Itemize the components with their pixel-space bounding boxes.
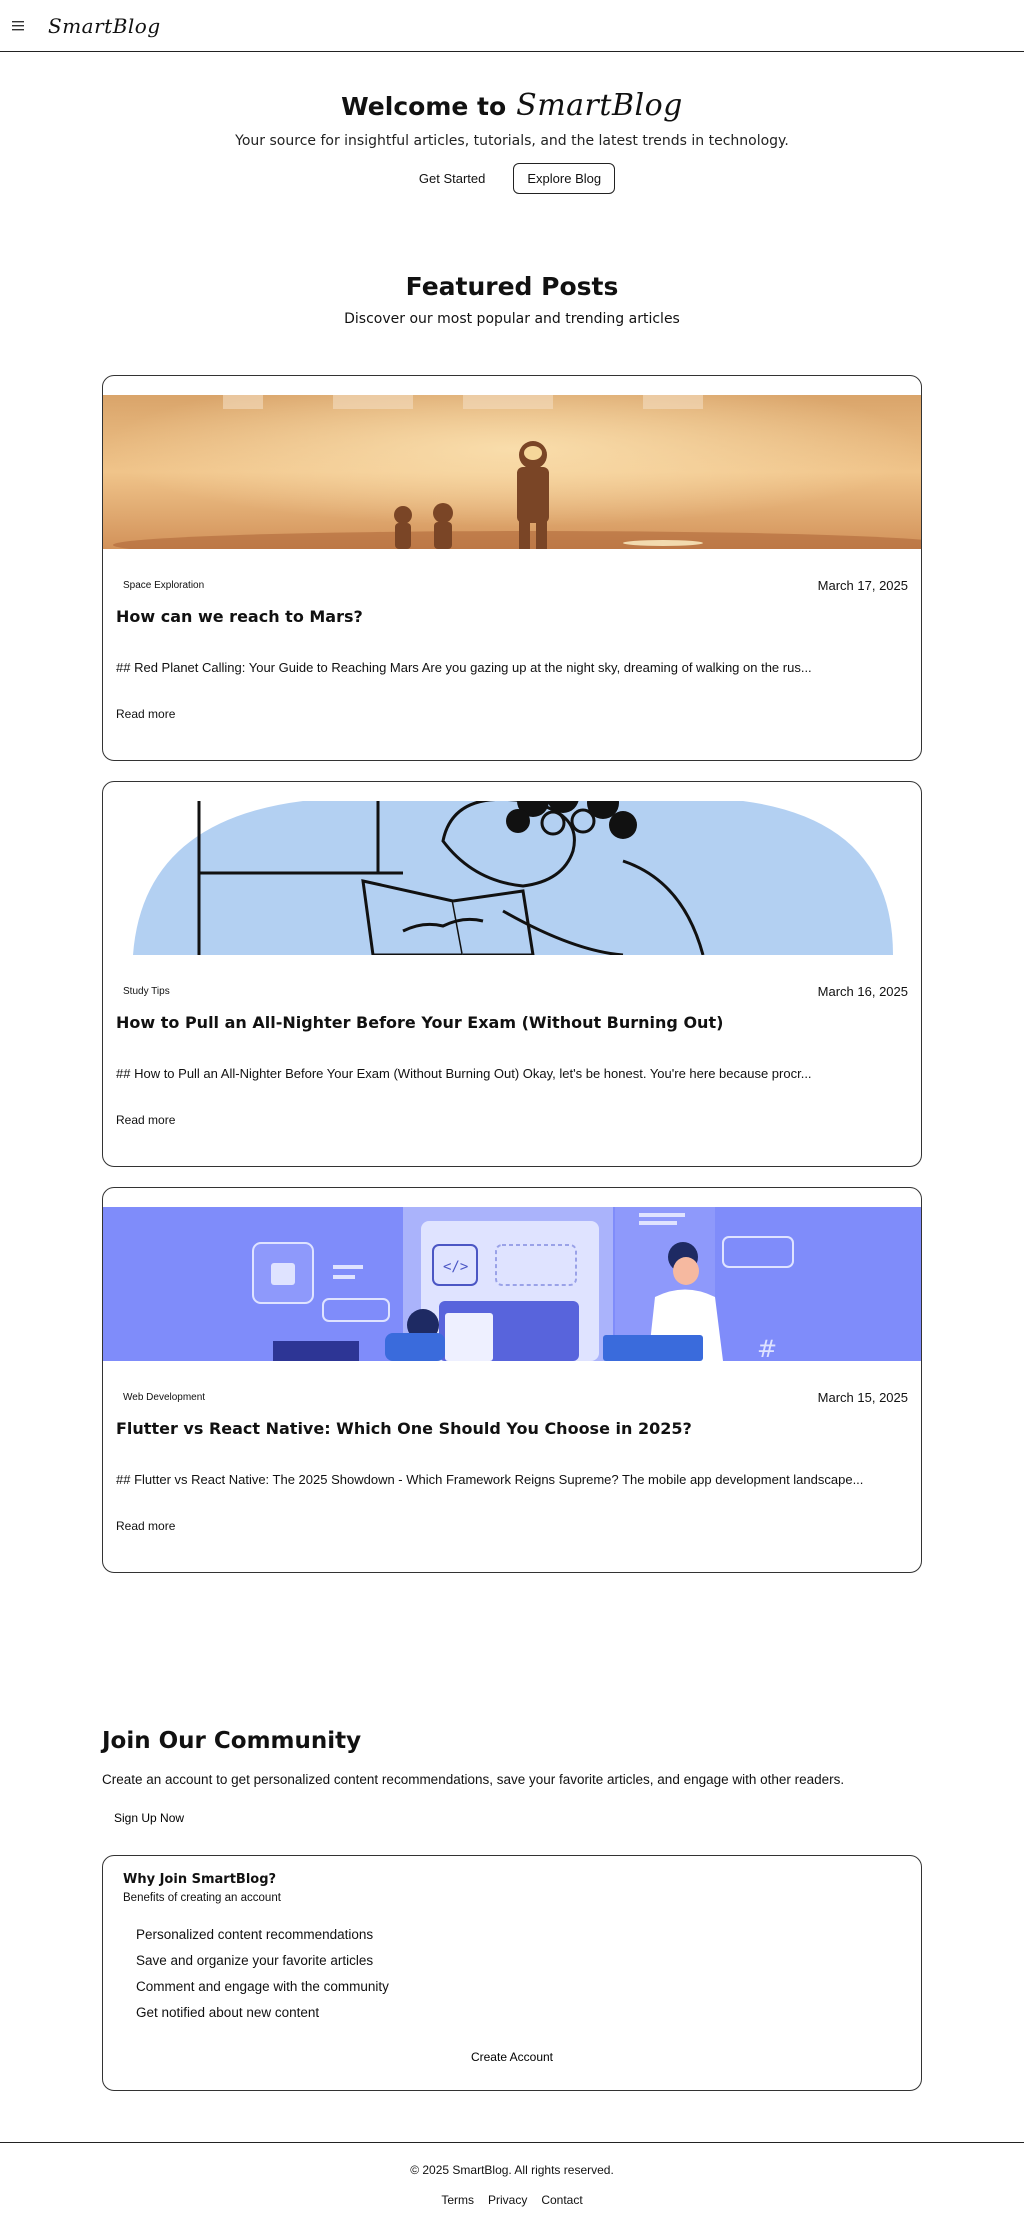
featured-posts-section: Featured Posts Discover our most popular…	[0, 272, 1024, 1573]
terms-link[interactable]: Terms	[441, 2193, 474, 2207]
copyright-text: © 2025 SmartBlog. All rights reserved.	[410, 2163, 614, 2177]
post-meta: Web Development March 15, 2025	[103, 1389, 921, 1406]
app-development-image: </> #	[103, 1207, 921, 1361]
read-more-link[interactable]: Read more	[103, 1113, 188, 1127]
explore-blog-button[interactable]: Explore Blog	[513, 163, 616, 194]
featured-title: Featured Posts	[405, 272, 619, 301]
hero-title: Welcome to SmartBlog	[0, 88, 1024, 123]
hamburger-icon[interactable]	[8, 16, 28, 36]
post-date: March 17, 2025	[817, 578, 908, 593]
mars-astronauts-image	[103, 395, 921, 549]
get-started-button[interactable]: Get Started	[408, 163, 496, 194]
footer-links: Terms Privacy Contact	[0, 2193, 1024, 2207]
hero-title-prefix: Welcome to	[341, 92, 507, 121]
hero-section: Welcome to SmartBlog Your source for ins…	[0, 52, 1024, 194]
benefit-item: Personalized content recommendations	[136, 1927, 374, 1942]
create-account-button[interactable]: Create Account	[460, 2044, 564, 2070]
post-meta: Study Tips March 16, 2025	[103, 983, 921, 1000]
post-date: March 15, 2025	[817, 1390, 908, 1405]
benefit-item: Comment and engage with the community	[136, 1979, 389, 1994]
post-title[interactable]: Flutter vs React Native: Which One Shoul…	[103, 1419, 921, 1438]
benefits-list: Personalized content recommendations Sav…	[123, 1922, 901, 2026]
benefits-card: Why Join SmartBlog? Benefits of creating…	[102, 1855, 922, 2091]
post-title[interactable]: How to Pull an All-Nighter Before Your E…	[103, 1013, 921, 1032]
join-subtitle: Create an account to get personalized co…	[102, 1772, 845, 1787]
category-badge[interactable]: Space Exploration	[116, 577, 212, 594]
category-badge[interactable]: Study Tips	[116, 983, 177, 1000]
join-community-section: Join Our Community Create an account to …	[102, 1728, 922, 2091]
benefit-item: Get notified about new content	[136, 2005, 320, 2020]
site-footer: © 2025 SmartBlog. All rights reserved. T…	[0, 2142, 1024, 2207]
post-excerpt: ## Flutter vs React Native: The 2025 Sho…	[116, 1472, 864, 1487]
join-title: Join Our Community	[102, 1728, 362, 1754]
post-list: Space Exploration March 17, 2025 How can…	[102, 375, 922, 1573]
post-meta: Space Exploration March 17, 2025	[103, 577, 921, 594]
category-badge[interactable]: Web Development	[116, 1389, 213, 1406]
benefits-subtitle: Benefits of creating an account	[123, 1892, 281, 1904]
hero-subtitle: Your source for insightful articles, tut…	[235, 133, 789, 149]
read-more-link[interactable]: Read more	[103, 707, 188, 721]
post-date: March 16, 2025	[817, 984, 908, 999]
post-card[interactable]: </> # Web Development March 15, 2025 Flu…	[102, 1187, 922, 1573]
svg-text:#: #	[757, 1335, 777, 1361]
top-navigation-bar: SmartBlog	[0, 0, 1024, 52]
contact-link[interactable]: Contact	[541, 2193, 582, 2207]
benefits-title: Why Join SmartBlog?	[123, 1872, 277, 1887]
post-card[interactable]: Space Exploration March 17, 2025 How can…	[102, 375, 922, 761]
post-excerpt: ## How to Pull an All-Nighter Before You…	[116, 1066, 812, 1081]
hero-actions: Get Started Explore Blog	[0, 163, 1024, 194]
featured-subtitle: Discover our most popular and trending a…	[344, 311, 680, 327]
privacy-link[interactable]: Privacy	[488, 2193, 527, 2207]
post-title[interactable]: How can we reach to Mars?	[103, 607, 921, 626]
read-more-link[interactable]: Read more	[103, 1519, 188, 1533]
hero-title-brand: SmartBlog	[516, 88, 683, 123]
post-card[interactable]: Study Tips March 16, 2025 How to Pull an…	[102, 781, 922, 1167]
student-reading-image	[103, 801, 921, 955]
post-excerpt: ## Red Planet Calling: Your Guide to Rea…	[116, 660, 812, 675]
svg-text:</>: </>	[443, 1259, 468, 1275]
site-logo[interactable]: SmartBlog	[48, 14, 161, 38]
benefit-item: Save and organize your favorite articles	[136, 1953, 374, 1968]
sign-up-button[interactable]: Sign Up Now	[102, 1803, 197, 1833]
